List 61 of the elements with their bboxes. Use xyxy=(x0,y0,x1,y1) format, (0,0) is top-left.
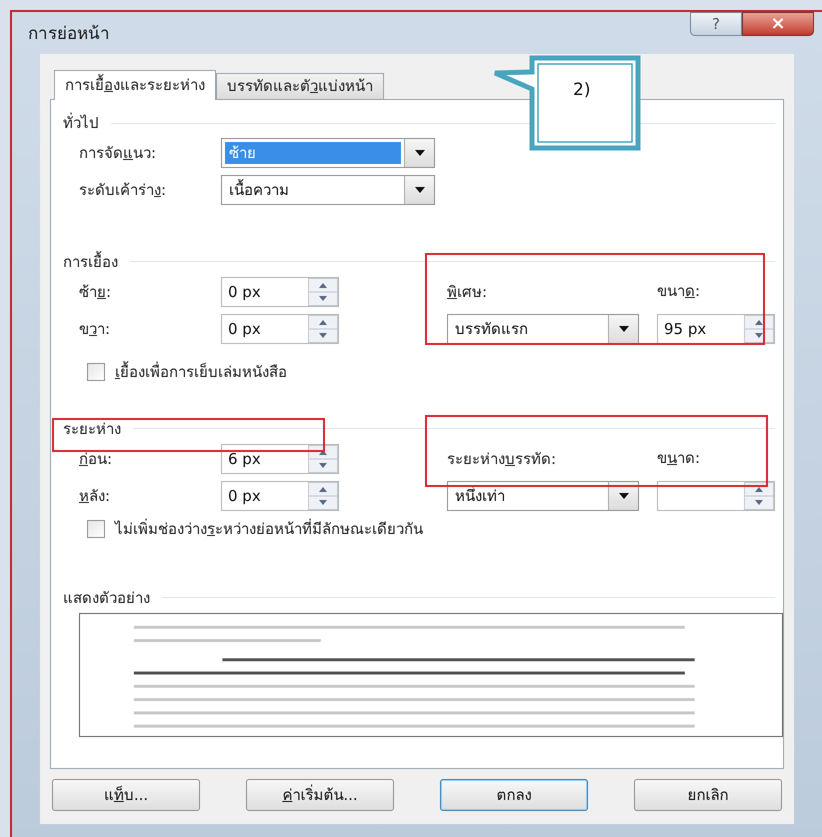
spin-arrows-icon[interactable] xyxy=(308,314,338,342)
spin-arrows-icon[interactable] xyxy=(744,314,774,342)
tab[interactable]: การเยื้องและระยะห่าง xyxy=(54,70,216,100)
checkbox-label: ไม่เพิ่มช่องว่างระหว่างย่อหน้าที่มีลักษณะเดียวกัน xyxy=(115,518,423,540)
dropdown-toggle[interactable] xyxy=(608,314,638,342)
section-heading: ระยะห่าง xyxy=(63,418,121,440)
caret-icon xyxy=(618,326,628,332)
field-label: พิเศษ: xyxy=(447,282,488,300)
spin-value: 0 px xyxy=(228,486,261,504)
checkbox[interactable] xyxy=(87,520,105,538)
spin-arrows-icon[interactable] xyxy=(308,444,338,472)
spin-field[interactable]: 95 px xyxy=(657,314,775,344)
dropdown-toggle[interactable] xyxy=(404,176,434,204)
field-label: ขนาด: xyxy=(657,281,700,302)
section-heading: แสดงตัวอย่าง xyxy=(63,588,150,608)
spin-field[interactable]: 0 px xyxy=(221,276,339,306)
dropdown-value: หนึ่งเท่า xyxy=(454,486,506,506)
caret-icon xyxy=(414,187,424,193)
spin-arrows-icon[interactable] xyxy=(308,482,338,510)
spin-field[interactable]: 0 px xyxy=(221,480,339,510)
field-label: ซ้าย: xyxy=(79,282,112,300)
dropdown[interactable]: บรรทัดแรก xyxy=(447,314,639,344)
spin-field[interactable]: 6 px xyxy=(221,444,339,474)
spin-field[interactable] xyxy=(657,480,775,510)
dialog-button[interactable]: ค่าเริ่มต้น... xyxy=(246,779,394,811)
section-heading: ทั่วไป xyxy=(63,112,99,134)
field-label: การจัดแนว: xyxy=(79,144,156,162)
checkbox-label: เยื้องเพื่อการเย็บเล่มหนังสือ xyxy=(115,361,287,383)
caret-icon xyxy=(618,492,628,498)
window-title: การย่อหน้า xyxy=(28,23,110,46)
callout-text: 2) xyxy=(573,79,590,102)
field-label: ระดับเค้าร่าง: xyxy=(79,181,166,199)
spin-value: 0 px xyxy=(228,320,261,338)
dropdown-value: เนื้อความ xyxy=(228,179,290,201)
spin-arrows-icon[interactable] xyxy=(308,278,338,306)
dropdown[interactable]: เนื้อความ xyxy=(221,175,435,205)
dialog-button[interactable]: ยกเลิก xyxy=(634,779,782,811)
spin-value: 0 px xyxy=(228,282,261,300)
dropdown[interactable]: หนึ่งเท่า xyxy=(447,480,639,510)
spin-arrows-icon[interactable] xyxy=(744,482,774,510)
dialog-button[interactable]: ตกลง xyxy=(440,779,588,811)
field-label: ก่อน: xyxy=(79,450,112,468)
field-label: ระยะห่างบรรทัด: xyxy=(447,450,556,468)
dropdown-toggle[interactable] xyxy=(608,482,638,510)
dropdown-value: ซ้าย xyxy=(225,142,401,164)
checkbox[interactable] xyxy=(87,363,105,382)
dropdown-toggle[interactable] xyxy=(404,139,434,167)
tab-label: การเยื้องและระยะห่าง xyxy=(65,76,205,94)
caret-icon xyxy=(414,150,424,156)
spin-value: 6 px xyxy=(228,450,261,468)
help-button[interactable]: ? xyxy=(690,12,742,36)
field-label: หลัง: xyxy=(79,486,110,504)
tab[interactable]: บรรทัดและตัวแบ่งหน้า xyxy=(216,73,384,99)
field-label: ขนาด: xyxy=(657,448,700,470)
tab-label: บรรทัดและตัวแบ่งหน้า xyxy=(227,77,373,96)
spin-value: 95 px xyxy=(664,320,706,338)
section-heading: การเยื้อง xyxy=(63,250,118,272)
dropdown-value: บรรทัดแรก xyxy=(454,318,529,340)
field-label: ขวา: xyxy=(79,320,110,338)
spin-field[interactable]: 0 px xyxy=(221,314,339,344)
dialog-button[interactable]: แท็บ... xyxy=(52,779,200,811)
